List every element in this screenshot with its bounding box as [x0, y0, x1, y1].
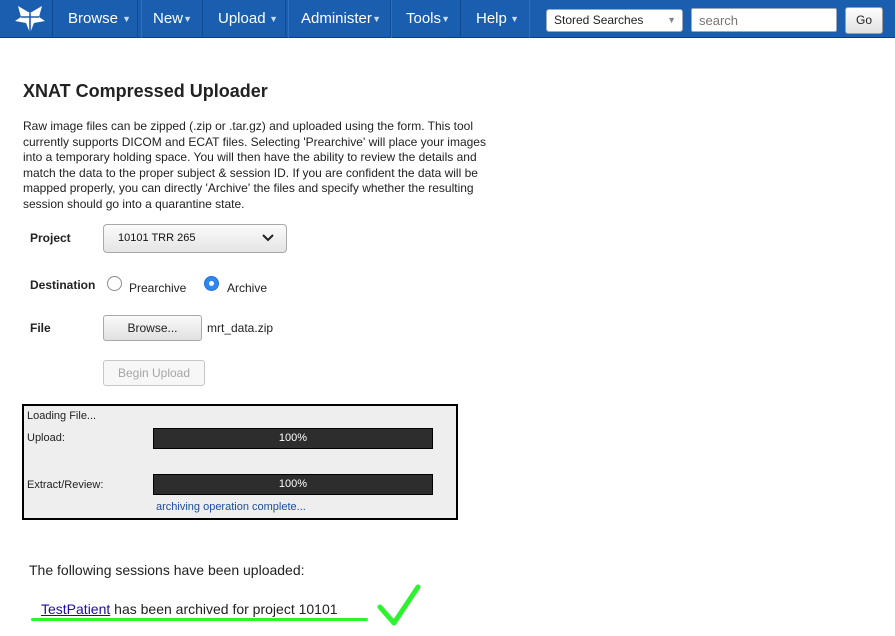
uploaded-sessions-heading: The following sessions have been uploade… — [29, 562, 305, 578]
extract-progress-bar: 100% — [153, 474, 433, 495]
nav-browse-label: Browse — [68, 10, 119, 27]
archived-message: has been archived for project — [114, 601, 295, 617]
begin-upload-button[interactable]: Begin Upload — [103, 360, 205, 386]
nav-administer-label: Administer — [301, 10, 372, 27]
search-input[interactable] — [691, 8, 837, 32]
archive-radio[interactable] — [204, 276, 219, 291]
checkmark-icon — [377, 584, 421, 626]
chevron-down-icon — [262, 234, 274, 242]
chevron-down-icon: ▼ — [510, 14, 519, 24]
browse-button[interactable]: Browse... — [103, 315, 202, 341]
page-description: Raw image files can be zipped (.zip or .… — [23, 119, 486, 211]
nav-new-label: New — [153, 10, 184, 27]
loading-status: Loading File... — [27, 410, 97, 422]
go-button[interactable]: Go — [845, 7, 883, 34]
nav-tools[interactable]: Tools ▼ — [390, 0, 461, 38]
chevron-down-icon: ▼ — [667, 15, 676, 25]
nav-upload[interactable]: Upload ▼ — [202, 0, 289, 38]
archive-label: Archive — [227, 281, 268, 295]
nav-help-label: Help — [476, 10, 507, 27]
nav-help[interactable]: Help ▼ — [460, 0, 530, 38]
page-title: XNAT Compressed Uploader — [23, 81, 268, 101]
chevron-down-icon: ▼ — [183, 14, 192, 24]
highlight-underline — [31, 618, 368, 621]
project-select[interactable]: 10101 TRR 265 — [103, 224, 287, 253]
nav-browse[interactable]: Browse ▼ — [52, 0, 142, 38]
upload-progress-bar: 100% — [153, 428, 433, 449]
stored-searches-label: Stored Searches — [554, 13, 644, 27]
prearchive-label: Prearchive — [129, 281, 187, 295]
selected-file-name: mrt_data.zip — [207, 321, 274, 335]
chevron-down-icon: ▼ — [269, 14, 278, 24]
top-navigation-bar: Browse ▼ New ▼ Upload ▼ Administer ▼ Too… — [0, 0, 895, 38]
uploaded-session-entry: TestPatient has been archived for projec… — [41, 601, 338, 617]
nav-upload-label: Upload — [218, 10, 266, 27]
prearchive-radio[interactable] — [107, 276, 122, 291]
project-id: 10101 — [298, 601, 338, 617]
stored-searches-select[interactable]: Stored Searches ▼ — [546, 9, 683, 32]
destination-label: Destination — [30, 278, 96, 292]
upload-progress-panel: Loading File... Upload: 100% Extract/Rev… — [22, 404, 458, 520]
operation-status: archiving operation complete... — [156, 501, 306, 513]
nav-new[interactable]: New ▼ — [137, 0, 203, 38]
nav-tools-label: Tools — [406, 10, 442, 27]
patient-link[interactable]: TestPatient — [41, 601, 110, 617]
project-select-value: 10101 TRR 265 — [118, 232, 196, 244]
file-label: File — [30, 321, 51, 335]
chevron-down-icon: ▼ — [372, 14, 381, 24]
project-label: Project — [30, 231, 71, 245]
upload-progress-label: Upload: — [27, 432, 65, 444]
chevron-down-icon: ▼ — [441, 14, 450, 24]
xnat-logo-icon[interactable] — [12, 3, 48, 35]
chevron-down-icon: ▼ — [122, 14, 131, 24]
extract-progress-label: Extract/Review: — [27, 479, 104, 491]
nav-administer[interactable]: Administer ▼ — [285, 0, 392, 38]
